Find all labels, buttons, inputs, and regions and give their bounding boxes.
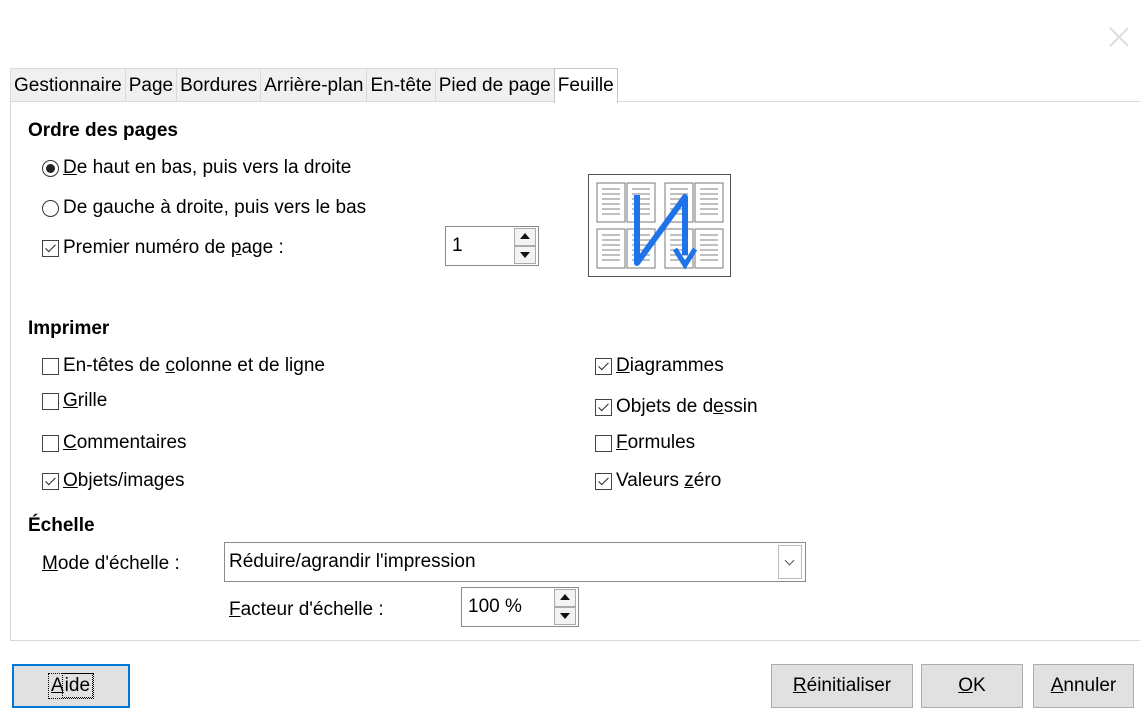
checkbox-grid-label: Grille	[63, 390, 108, 411]
scale-factor-value[interactable]: 100 %	[462, 596, 554, 618]
spin-up-icon[interactable]	[514, 228, 536, 246]
checkbox-headers-indicator[interactable]	[42, 357, 59, 375]
spin-up-icon[interactable]	[554, 589, 576, 607]
print-heading: Imprimer	[28, 318, 110, 339]
tab-header[interactable]: En-tête	[366, 68, 436, 102]
tab-footer[interactable]: Pied de page	[434, 68, 555, 102]
tab-page[interactable]: Page	[124, 68, 178, 102]
checkbox-first-page-number[interactable]: Premier numéro de page :	[42, 237, 284, 259]
checkbox-grid-indicator[interactable]	[42, 392, 59, 410]
tab-sheet[interactable]: Feuille	[553, 68, 618, 103]
checkbox-first-page-indicator[interactable]	[42, 239, 59, 257]
checkbox-drawings-label: Objets de dessin	[616, 396, 758, 417]
checkbox-charts[interactable]: Diagrammes	[595, 355, 724, 377]
tab-organizer[interactable]: Gestionnaire	[10, 68, 126, 102]
titlebar: Style de page: Par défaut	[0, 0, 1140, 62]
tab-borders[interactable]: Bordures	[176, 68, 262, 102]
page-order-preview-icon	[596, 182, 724, 270]
checkbox-objects-indicator[interactable]	[42, 472, 59, 490]
radio-top-down-indicator[interactable]	[42, 159, 59, 177]
checkbox-first-page-label: Premier numéro de page :	[63, 237, 284, 258]
cancel-button[interactable]: Annuler	[1033, 664, 1134, 708]
checkbox-zero-label: Valeurs zéro	[616, 470, 722, 491]
scale-heading: Échelle	[28, 515, 95, 536]
checkbox-charts-label: Diagrammes	[616, 355, 724, 376]
checkbox-formulas-indicator[interactable]	[595, 434, 612, 452]
first-page-number-value[interactable]: 1	[446, 235, 514, 257]
checkbox-zero-values[interactable]: Valeurs zéro	[595, 470, 721, 492]
radio-left-right-indicator[interactable]	[42, 199, 59, 217]
checkbox-grid[interactable]: Grille	[42, 390, 107, 412]
page-order-heading: Ordre des pages	[28, 120, 178, 141]
spin-down-icon[interactable]	[554, 607, 576, 625]
radio-left-right[interactable]: De gauche à droite, puis vers le bas	[42, 197, 366, 219]
checkbox-drawings-indicator[interactable]	[595, 398, 612, 416]
checkbox-charts-indicator[interactable]	[595, 357, 612, 375]
scale-factor-label: Facteur d'échelle :	[229, 599, 384, 620]
chevron-down-icon[interactable]	[778, 545, 802, 579]
checkbox-comments-label: Commentaires	[63, 432, 187, 453]
close-icon[interactable]	[1106, 24, 1132, 50]
reset-button[interactable]: Réinitialiser	[771, 664, 913, 708]
radio-top-down[interactable]: De haut en bas, puis vers la droite	[42, 157, 351, 179]
checkbox-formulas[interactable]: Formules	[595, 432, 695, 454]
radio-left-right-label: De gauche à droite, puis vers le bas	[63, 197, 367, 218]
scale-factor-spinbox[interactable]: 100 %	[461, 587, 579, 627]
checkbox-comments[interactable]: Commentaires	[42, 432, 187, 454]
tab-bar: Gestionnaire Page Bordures Arrière-plan …	[10, 68, 618, 103]
window-title: Style de page: Par défaut	[12, 24, 287, 50]
checkbox-drawing-objects[interactable]: Objets de dessin	[595, 396, 758, 418]
checkbox-objects-label: Objets/images	[63, 470, 185, 491]
first-page-number-spinbox[interactable]: 1	[445, 226, 539, 266]
help-button[interactable]: Aide	[12, 664, 130, 708]
checkbox-comments-indicator[interactable]	[42, 434, 59, 452]
ok-button[interactable]: OK	[921, 664, 1023, 708]
checkbox-headers[interactable]: En-têtes de colonne et de ligne	[42, 355, 325, 377]
page-order-preview	[588, 174, 731, 277]
checkbox-objects-images[interactable]: Objets/images	[42, 470, 184, 492]
radio-top-down-label: De haut en bas, puis vers la droite	[63, 157, 352, 178]
checkbox-zero-indicator[interactable]	[595, 472, 612, 490]
tab-background[interactable]: Arrière-plan	[260, 68, 368, 102]
checkbox-formulas-label: Formules	[616, 432, 696, 453]
scale-mode-select[interactable]: Réduire/agrandir l'impression	[224, 542, 806, 582]
scale-mode-value[interactable]: Réduire/agrandir l'impression	[225, 551, 778, 573]
scale-mode-label: Mode d'échelle :	[42, 553, 180, 574]
spin-down-icon[interactable]	[514, 246, 536, 264]
checkbox-headers-label: En-têtes de colonne et de ligne	[63, 355, 325, 376]
